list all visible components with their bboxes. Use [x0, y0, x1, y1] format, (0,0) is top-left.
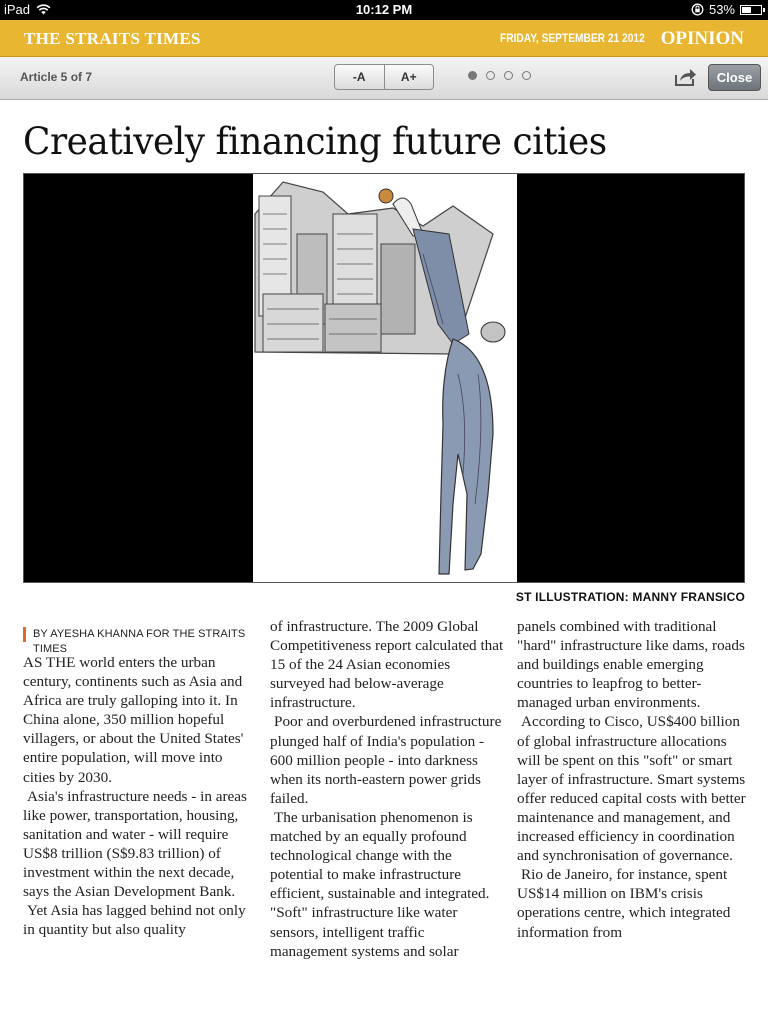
- section-title: OPINION: [660, 28, 744, 49]
- battery-icon: [740, 4, 765, 15]
- image-caption: ST ILLUSTRATION: MANNY FRANSICO: [515, 590, 745, 604]
- page-dot[interactable]: [522, 71, 531, 80]
- clock: 10:12 PM: [355, 2, 413, 17]
- share-icon[interactable]: [675, 67, 697, 87]
- page-indicator[interactable]: [468, 71, 531, 80]
- font-size-control: -A A+: [334, 64, 434, 90]
- article-column-2: of infrastructure. The 2009 Global Compe…: [270, 617, 504, 961]
- article-column-1: BY AYESHA KHANNA FOR THE STRAITS TIMES A…: [23, 617, 257, 939]
- page-dot[interactable]: [486, 71, 495, 80]
- page-dot[interactable]: [468, 71, 477, 80]
- article-counter: Article 5 of 7: [20, 70, 93, 84]
- paragraph: Yet Asia has lagged behind not only in q…: [23, 902, 246, 939]
- byline: BY AYESHA KHANNA FOR THE STRAITS TIMES: [23, 627, 257, 655]
- rotation-lock-icon: [691, 3, 704, 16]
- masthead: THE STRAITS TIMES FRIDAY, SEPTEMBER 21 2…: [0, 20, 768, 57]
- paragraph: Poor and overburdened infrastructure plu…: [270, 713, 502, 807]
- article-illustration[interactable]: [23, 173, 745, 583]
- edition-date: FRIDAY, SEPTEMBER 21 2012: [500, 31, 645, 45]
- status-bar: iPad 10:12 PM 53%: [0, 0, 768, 20]
- font-increase-button[interactable]: A+: [385, 65, 434, 89]
- paragraph: of infrastructure. The 2009 Global Compe…: [270, 618, 504, 712]
- illustration-art: [253, 174, 517, 582]
- brand-logo: THE STRAITS TIMES: [24, 29, 201, 48]
- page-dot[interactable]: [504, 71, 513, 80]
- paragraph: panels combined with traditional "hard" …: [517, 618, 745, 712]
- article-toolbar: Article 5 of 7 -A A+ Close: [0, 57, 768, 100]
- paragraph: Rio de Janeiro, for instance, spent US$1…: [517, 866, 731, 941]
- article-column-3: panels combined with traditional "hard" …: [517, 617, 751, 942]
- close-button[interactable]: Close: [708, 64, 761, 91]
- font-decrease-button[interactable]: -A: [335, 65, 385, 89]
- paragraph: Asia's infrastructure needs - in areas l…: [23, 787, 247, 901]
- paragraph: The urbanisation phenomenon is matched b…: [270, 808, 490, 960]
- battery-percent: 53%: [708, 2, 735, 17]
- article-headline: Creatively financing future cities: [23, 120, 607, 163]
- paragraph: According to Cisco, US$400 billion of gl…: [517, 713, 746, 865]
- paragraph: AS THE world enters the urban century, c…: [23, 654, 244, 786]
